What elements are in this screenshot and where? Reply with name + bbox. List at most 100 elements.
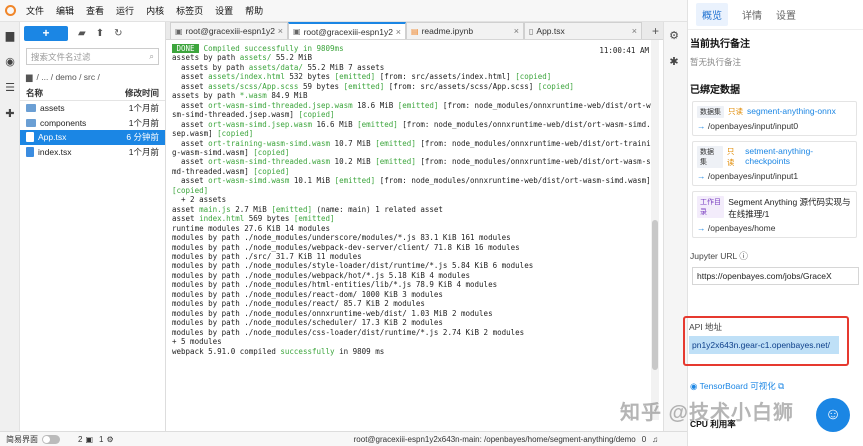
terminal-line: modules by path ./node_modules/css-loade… xyxy=(172,328,652,337)
tab-settings[interactable]: 设置 xyxy=(776,7,796,22)
menu-edit[interactable]: 编辑 xyxy=(50,4,80,17)
folder-icon[interactable]: ▆ xyxy=(0,22,20,48)
tab-overview[interactable]: 概览 xyxy=(696,3,728,26)
terminal-line: modules by path ./node_modules/react-dom… xyxy=(172,290,652,299)
activity-bar: ▆ ◉ ☰ ✚ xyxy=(0,22,20,431)
debugger-icon[interactable]: ✱ xyxy=(664,48,684,74)
close-icon[interactable]: × xyxy=(396,27,401,37)
terminal-segment: [copied] xyxy=(298,110,335,120)
terminal-line: assets by path assets/ 55.2 MiB xyxy=(172,53,652,62)
jupyter-url-field[interactable]: https://openbayes.com/jobs/GraceX xyxy=(692,267,859,285)
tsx-file-icon xyxy=(26,132,34,143)
terminal-segment: modules by path ./node_modules/webpack-d… xyxy=(172,242,520,252)
terminal-segment: [emitted] xyxy=(357,119,398,129)
terminal-segment: sm-simd-threaded.jsep.wasm] xyxy=(172,110,299,120)
file-list-header: 名称 修改时间 xyxy=(20,85,165,101)
terminal-segment: [emitted] xyxy=(293,214,335,224)
api-address-field[interactable]: pn1y2x643n.gear-c1.openbayes.net/ xyxy=(689,336,839,354)
terminal-segment: [copied] xyxy=(537,81,574,91)
terminal-segment: index.html xyxy=(199,214,245,224)
close-icon[interactable]: × xyxy=(278,26,283,36)
terminal-line: assets by path *.wasm 84.9 MiB xyxy=(172,91,652,100)
jupyter-url-label-text: Jupyter URL xyxy=(690,251,737,261)
terminal-line: asset index.html 569 bytes [emitted] xyxy=(172,214,652,223)
terminal-line: modules by path ./node_modules/react/ 85… xyxy=(172,299,652,308)
assistant-avatar-button[interactable]: ☺ xyxy=(816,398,850,432)
file-toolbar: + ▰ ⬆ ↻ xyxy=(20,22,165,44)
close-icon[interactable]: × xyxy=(514,26,519,36)
tab-readme[interactable]: ▤ readme.ipynb × xyxy=(406,22,524,39)
refresh-icon[interactable]: ↻ xyxy=(114,28,122,39)
tensorboard-label: TensorBoard 可视化 xyxy=(699,381,776,391)
terminal-segment: [emitted] xyxy=(343,81,385,91)
terminal-line: sep.wasm] [copied] xyxy=(172,129,652,138)
list-item-selected[interactable]: App.tsx 6 分钟前 xyxy=(20,130,165,145)
kernel-count[interactable]: 2 xyxy=(78,435,82,444)
upload-icon[interactable]: ⬆ xyxy=(96,28,104,39)
terminal-segment: 18.6 MiB xyxy=(352,100,398,110)
menu-help[interactable]: 帮助 xyxy=(239,4,269,17)
new-folder-icon[interactable]: ▰ xyxy=(78,28,86,39)
extension-icon[interactable]: ✚ xyxy=(0,100,20,126)
property-inspector-icon[interactable]: ⚙ xyxy=(664,22,684,48)
command-list-icon[interactable]: ☰ xyxy=(0,74,20,100)
terminal-line: asset ort-wasm-simd-threaded.wasm 10.2 M… xyxy=(172,157,652,166)
close-icon[interactable]: × xyxy=(632,26,637,36)
terminal-segment: g-wasm-simd.wasm] xyxy=(172,147,254,157)
simple-mode-toggle[interactable] xyxy=(42,434,60,444)
tab-terminal-1[interactable]: ▣ root@gracexiii-espn1y2xl × xyxy=(170,22,288,39)
external-link-icon: ⧉ xyxy=(778,381,785,391)
done-badge: DONE xyxy=(172,44,200,53)
tab-terminal-2[interactable]: ▣ root@gracexiii-espn1y2xl × xyxy=(288,22,406,39)
scrollbar-thumb[interactable] xyxy=(652,220,658,370)
col-name-header[interactable]: 名称 xyxy=(26,87,43,99)
terminal-line: asset ort-training-wasm-simd.wasm 10.7 M… xyxy=(172,139,652,148)
terminal-path: root@gracexiii-espn1y2x643n-main: /openb… xyxy=(353,434,636,444)
terminal-line: modules by path ./node_modules/style-loa… xyxy=(172,261,652,270)
add-tab-icon[interactable]: + xyxy=(652,24,659,38)
terminal-scrollbar[interactable] xyxy=(651,40,659,420)
terminal-segment: assets/scss/App.scss xyxy=(208,81,299,91)
terminal-line: asset main.js 2.7 MiB [emitted] (name: m… xyxy=(172,205,652,214)
terminal-segment: [copied] xyxy=(217,129,254,139)
tsx-file-icon xyxy=(26,146,34,157)
list-item[interactable]: assets 1个月前 xyxy=(20,101,165,116)
dataset-link[interactable]: setment-anything-checkpoints xyxy=(745,146,852,166)
terminal-count[interactable]: 1 xyxy=(99,435,103,444)
menu-view[interactable]: 查看 xyxy=(80,4,110,17)
terminal-line: + 5 modules xyxy=(172,337,652,346)
menu-run[interactable]: 运行 xyxy=(110,4,140,17)
workspace-card: 工作目录 Segment Anything 源代码实现与在线推理/1 → /op… xyxy=(692,191,857,238)
panel-tabs: 概览 详情 设置 xyxy=(688,0,863,30)
tensorboard-link[interactable]: ◉ TensorBoard 可视化 ⧉ xyxy=(690,380,784,392)
dataset-badge: 数据集 xyxy=(697,146,723,168)
terminal-segment: modules by path ./node_modules/css-loade… xyxy=(172,327,525,337)
terminal-segment: sep.wasm] xyxy=(172,129,218,139)
breadcrumb-path[interactable]: / ... / demo / src / xyxy=(37,72,100,82)
col-modified-header[interactable]: 修改时间 xyxy=(125,87,159,99)
workspace-name[interactable]: Segment Anything 源代码实现与在线推理/1 xyxy=(728,196,852,220)
terminal-line: modules by path ./node_modules/onnxrunti… xyxy=(172,309,652,318)
tab-details[interactable]: 详情 xyxy=(742,7,762,22)
bell-icon[interactable]: ♫ xyxy=(652,435,658,444)
menu-tabs[interactable]: 标签页 xyxy=(170,4,209,17)
terminal-segment: successfully xyxy=(280,346,335,356)
file-search-input[interactable]: 搜索文件名过滤 ⌕ xyxy=(26,48,159,65)
terminal-segment: assets by path xyxy=(172,53,240,63)
home-folder-icon[interactable]: ▆ xyxy=(26,72,33,83)
running-icon[interactable]: ◉ xyxy=(0,48,20,74)
dataset-link[interactable]: segment-anything-onnx xyxy=(747,106,836,116)
terminal-output[interactable]: DONE Compiled successfully in 9809ms ass… xyxy=(172,44,652,410)
new-launcher-button[interactable]: + xyxy=(24,25,68,41)
terminal-segment: asset xyxy=(172,176,209,186)
terminal-segment: asset xyxy=(172,119,209,129)
arrow-icon: → xyxy=(697,223,706,233)
terminal-segment: asset xyxy=(172,157,209,167)
tab-app-tsx[interactable]: ▯ App.tsx × xyxy=(524,22,642,39)
menu-kernel[interactable]: 内核 xyxy=(140,4,170,17)
list-item[interactable]: components 1个月前 xyxy=(20,116,165,131)
list-item[interactable]: index.tsx 1个月前 xyxy=(20,145,165,160)
terminal-segment: + 5 modules xyxy=(172,337,222,347)
menu-file[interactable]: 文件 xyxy=(20,4,50,17)
menu-settings[interactable]: 设置 xyxy=(209,4,239,17)
